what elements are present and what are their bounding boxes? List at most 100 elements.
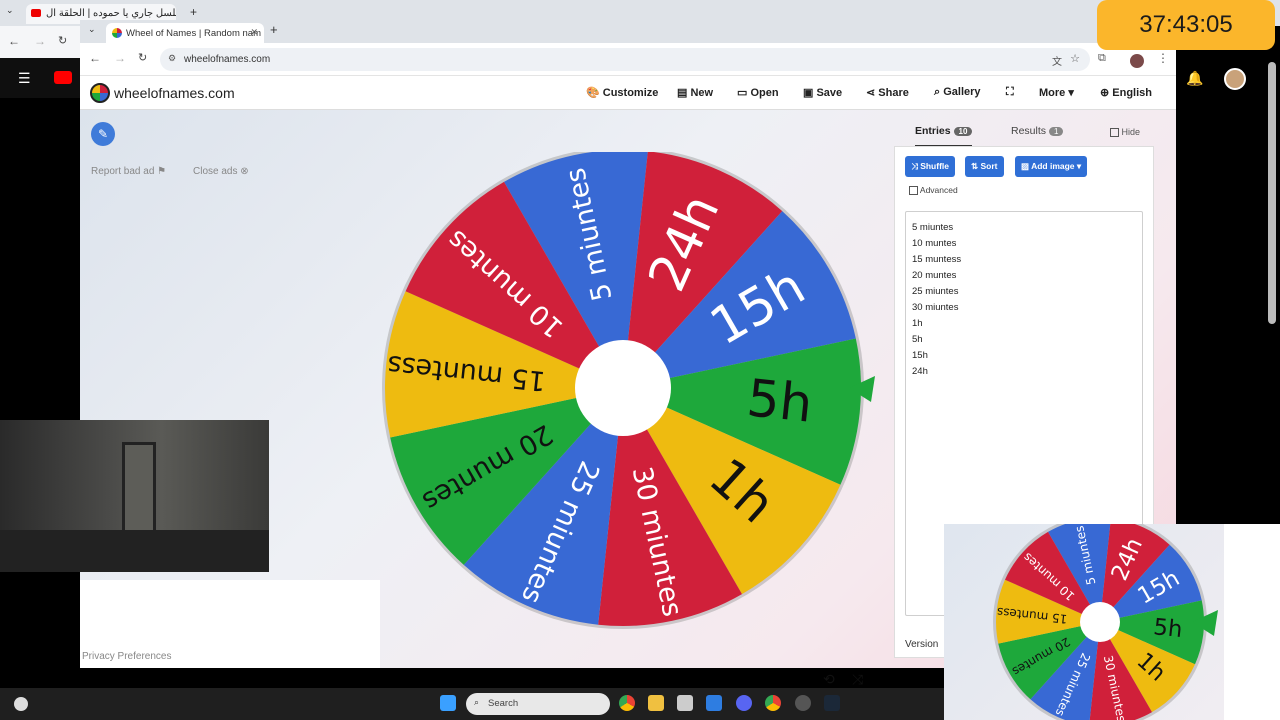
- hide-checkbox-box[interactable]: [1110, 128, 1119, 138]
- youtube-topbar: ☰: [0, 58, 80, 98]
- taskbar-search-label: Search: [488, 698, 519, 709]
- profile-avatar-icon[interactable]: [1130, 54, 1144, 68]
- search-icon: ⌕: [474, 697, 480, 707]
- share-button[interactable]: ⋖ Share: [866, 86, 909, 99]
- shuffle-button[interactable]: ⤨ Shuffle: [905, 156, 955, 177]
- site-info-icon[interactable]: ⚙: [168, 53, 176, 64]
- shuffle-control-icon[interactable]: ⤨: [852, 671, 863, 688]
- mini-wheel-slice-label: 5h: [1152, 614, 1184, 643]
- advanced-checkbox-box[interactable]: [909, 186, 918, 196]
- entry-line: 5 miuntes: [912, 222, 954, 233]
- extensions-icon[interactable]: ⧉: [1098, 52, 1106, 65]
- translate-icon[interactable]: 文: [1052, 53, 1062, 68]
- wheel[interactable]: 5 miuntes 24h15h5h1h30 miuntes25 miuntes2…: [370, 152, 890, 652]
- entry-line: 10 muntes: [912, 238, 957, 249]
- shuffle-label: Shuffle: [920, 161, 949, 171]
- entry-line: 1h: [912, 318, 923, 329]
- entry-line: 15h: [912, 350, 928, 361]
- inner-tab-strip: ⌄ Wheel of Names | Random nam ✕ +: [80, 20, 1176, 43]
- new-label: New: [690, 87, 714, 99]
- bookmark-star-icon[interactable]: ☆: [1070, 52, 1080, 65]
- close-ads-link[interactable]: Close ads ⊗: [193, 166, 249, 177]
- reload-icon[interactable]: ↻: [138, 51, 147, 64]
- chrome-alt-icon[interactable]: [765, 695, 781, 711]
- privacy-preferences-link[interactable]: Privacy Preferences: [82, 651, 171, 662]
- entry-line: 24h: [912, 366, 928, 377]
- taskbar: ⌕ Search: [0, 688, 944, 720]
- customize-label: Customize: [602, 87, 659, 99]
- scrollbar-thumb[interactable]: [1268, 62, 1276, 324]
- account-avatar[interactable]: [1224, 68, 1246, 90]
- folder-icon: ▭: [737, 87, 748, 99]
- forward-icon[interactable]: →: [114, 51, 126, 65]
- report-bad-ad-link[interactable]: Report bad ad ⚑: [91, 166, 166, 177]
- site-brand[interactable]: wheelofnames.com: [114, 85, 235, 101]
- address-bar[interactable]: ⚙ wheelofnames.com 文 ☆: [160, 48, 1090, 71]
- webcam-floor-shape: [0, 530, 269, 572]
- wheel-favicon-icon: [112, 28, 122, 38]
- new-tab-icon[interactable]: +: [190, 5, 197, 19]
- inner-toolbar: ← → ↻ ⚙ wheelofnames.com 文 ☆ ⧉ ⋮: [80, 43, 1176, 76]
- gallery-label: Gallery: [943, 86, 981, 98]
- results-tab-label: Results: [1011, 125, 1047, 137]
- gallery-button[interactable]: ⌕ Gallery: [934, 86, 981, 99]
- url-text: wheelofnames.com: [184, 54, 271, 65]
- mini-wheel-hub: [1080, 602, 1120, 642]
- more-button[interactable]: More ▾: [1039, 86, 1074, 99]
- sort-icon: ⇅: [971, 161, 979, 171]
- close-tab-icon[interactable]: ✕: [250, 27, 258, 38]
- tab-list-icon[interactable]: ⌄: [6, 5, 14, 16]
- windows-start-icon[interactable]: [440, 695, 456, 711]
- fullscreen-button[interactable]: ⛶: [1006, 86, 1014, 99]
- new-button[interactable]: ▤ New: [677, 86, 713, 99]
- outer-tab-title: مسلسل جاري يا حموده | الحلقة ال: [46, 8, 176, 19]
- add-image-button[interactable]: ▨ Add image ▾: [1015, 156, 1088, 177]
- edit-pencil-icon[interactable]: ✎: [91, 122, 115, 146]
- back-icon[interactable]: ←: [8, 34, 20, 48]
- steam-icon[interactable]: [824, 695, 840, 711]
- taskbar-search[interactable]: ⌕ Search: [466, 693, 610, 715]
- app-icon[interactable]: [706, 695, 722, 711]
- site-logo-icon[interactable]: [90, 83, 110, 103]
- tab-entries[interactable]: Entries 10: [915, 125, 973, 147]
- new-tab-icon[interactable]: +: [270, 22, 278, 37]
- site-header: wheelofnames.com 🎨 Customize ▤ New ▭ Ope…: [80, 76, 1176, 110]
- entry-line: 15 muntess: [912, 254, 962, 265]
- wheel-hub[interactable]: [575, 340, 671, 436]
- hamburger-menu-icon[interactable]: ☰: [18, 70, 31, 87]
- back-icon[interactable]: ←: [89, 51, 101, 65]
- advanced-checkbox[interactable]: Advanced: [909, 185, 958, 196]
- tab-list-icon[interactable]: ⌄: [88, 24, 96, 35]
- youtube-icon: [31, 9, 41, 17]
- new-file-icon: ▤: [677, 87, 688, 99]
- reload-icon[interactable]: ↻: [58, 34, 67, 47]
- globe-icon: ⊕: [1100, 87, 1110, 99]
- repeat-icon[interactable]: ⟲: [823, 671, 835, 688]
- obs-icon[interactable]: [795, 695, 811, 711]
- language-button[interactable]: ⊕ English: [1100, 86, 1152, 99]
- inner-tab[interactable]: Wheel of Names | Random nam ✕: [106, 23, 264, 43]
- mini-wheel-overlay: 5 miuntes 24h 15h 5h 1h 30 miuntes 25 miuntes 2…: [944, 524, 1280, 720]
- discord-icon[interactable]: [736, 695, 752, 711]
- youtube-logo-icon[interactable]: [54, 71, 72, 84]
- open-button[interactable]: ▭ Open: [737, 86, 779, 99]
- entry-line: 5h: [912, 334, 923, 345]
- file-explorer-icon[interactable]: [648, 695, 664, 711]
- browser-menu-icon[interactable]: ⋮: [1157, 51, 1169, 65]
- calculator-icon[interactable]: [677, 695, 693, 711]
- entry-line: 25 miuntes: [912, 286, 959, 297]
- chrome-icon[interactable]: [619, 695, 635, 711]
- webcam-overlay: [0, 420, 269, 572]
- save-button[interactable]: ▣ Save: [803, 86, 842, 99]
- notifications-bell-icon[interactable]: 🔔: [1186, 70, 1203, 87]
- forward-icon[interactable]: →: [34, 34, 46, 48]
- customize-button[interactable]: 🎨 Customize: [586, 86, 658, 99]
- report-label: Report bad ad: [91, 166, 155, 177]
- widgets-icon[interactable]: [14, 697, 28, 711]
- close-circle-icon: ⊗: [240, 166, 249, 177]
- tab-results[interactable]: Results 1: [1011, 125, 1064, 137]
- sort-button[interactable]: ⇅ Sort: [965, 156, 1004, 177]
- hide-checkbox[interactable]: Hide: [1110, 127, 1140, 138]
- share-label: Share: [878, 87, 909, 99]
- entry-line: 20 muntes: [912, 270, 957, 281]
